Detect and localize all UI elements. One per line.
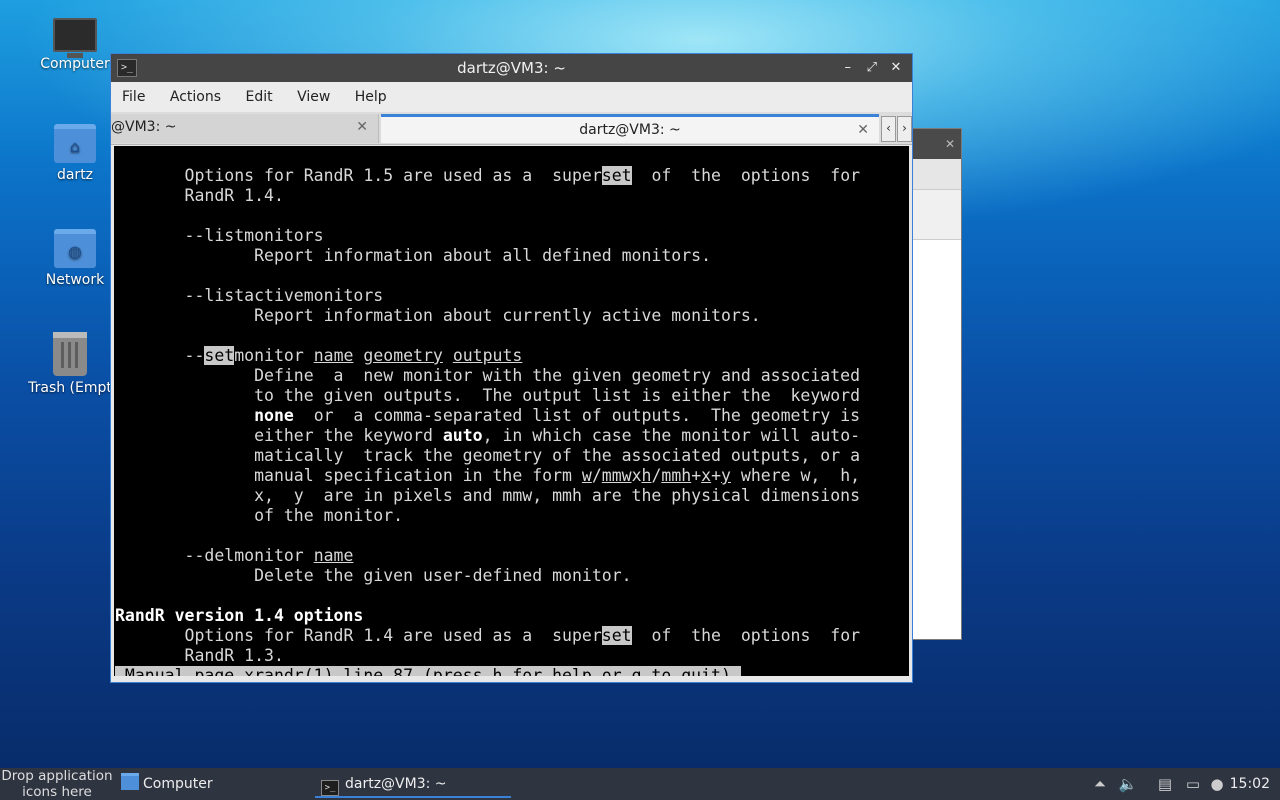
tab-label: @VM3: ~ — [111, 119, 177, 135]
desktop-icon-trash[interactable]: Trash (Empt — [15, 332, 125, 396]
launcher-drop-hint[interactable]: Drop application icons here — [0, 768, 114, 800]
notification-icon[interactable]: ● — [1208, 768, 1226, 800]
pager-status-line: Manual page xrandr(1) line 87 (press h f… — [115, 666, 731, 676]
trash-icon — [53, 332, 87, 376]
menu-edit[interactable]: Edit — [235, 82, 282, 112]
tab-2-active[interactable]: dartz@VM3: ~ ✕ — [381, 114, 879, 143]
terminal-cursor — [730, 666, 741, 676]
background-window-content — [913, 239, 961, 639]
menu-view[interactable]: View — [287, 82, 340, 112]
tab-close-icon[interactable]: ✕ — [356, 114, 368, 140]
network-icon[interactable]: ▭ — [1182, 768, 1204, 800]
window-title: dartz@VM3: ~ — [457, 59, 566, 77]
home-folder-icon: ⌂ — [54, 124, 96, 163]
task-terminal[interactable]: >_ dartz@VM3: ~ — [315, 768, 511, 798]
tab-bar: @VM3: ~ ✕ dartz@VM3: ~ ✕ ‹ › — [111, 112, 912, 145]
desktop-icon-label: dartz — [56, 167, 94, 183]
folder-icon — [121, 773, 139, 790]
clipboard-icon[interactable]: ▤ — [1155, 768, 1175, 800]
maximize-button[interactable]: ⤢ — [862, 54, 882, 82]
tab-scroll-left-icon[interactable]: ‹ — [881, 116, 896, 142]
terminal-window[interactable]: >_ dartz@VM3: ~ – ⤢ ✕ File Actions Edit … — [110, 53, 913, 683]
terminal-output: Options for RandR 1.5 are used as a supe… — [114, 146, 909, 676]
terminal-icon: >_ — [321, 780, 339, 796]
task-label: Computer — [143, 776, 213, 792]
taskbar: Drop application icons here Computer >_ d… — [0, 768, 1280, 800]
network-folder-icon: ◍ — [54, 229, 96, 268]
desktop-icon-label: Network — [45, 272, 105, 288]
task-computer[interactable]: Computer — [121, 768, 213, 798]
minimize-button[interactable]: – — [838, 54, 858, 82]
menubar: File Actions Edit View Help — [111, 82, 912, 112]
close-button[interactable]: ✕ — [886, 54, 906, 82]
clock[interactable]: 15:02 — [1230, 768, 1270, 800]
background-window[interactable]: ✕ — [912, 128, 962, 640]
tab-close-icon[interactable]: ✕ — [857, 117, 869, 143]
task-label: dartz@VM3: ~ — [345, 776, 447, 792]
terminal-screen[interactable]: Options for RandR 1.5 are used as a supe… — [114, 146, 909, 676]
window-titlebar[interactable]: >_ dartz@VM3: ~ – ⤢ ✕ — [111, 54, 912, 82]
menu-help[interactable]: Help — [345, 82, 397, 112]
up-arrow-icon[interactable]: ⏶ — [1090, 768, 1110, 800]
tab-1[interactable]: @VM3: ~ ✕ — [111, 114, 379, 143]
background-window-titlebar[interactable]: ✕ — [913, 129, 961, 159]
computer-icon — [53, 18, 97, 58]
desktop-icon-label: Trash (Empt — [28, 380, 112, 396]
volume-icon[interactable]: 🔈 — [1118, 768, 1138, 800]
tab-label: dartz@VM3: ~ — [579, 122, 681, 138]
tab-scroll-right-icon[interactable]: › — [897, 116, 912, 142]
menu-file[interactable]: File — [111, 82, 155, 112]
menu-actions[interactable]: Actions — [160, 82, 231, 112]
background-window-toolbar — [913, 159, 961, 190]
desktop-icon-label: Computer — [40, 56, 110, 72]
